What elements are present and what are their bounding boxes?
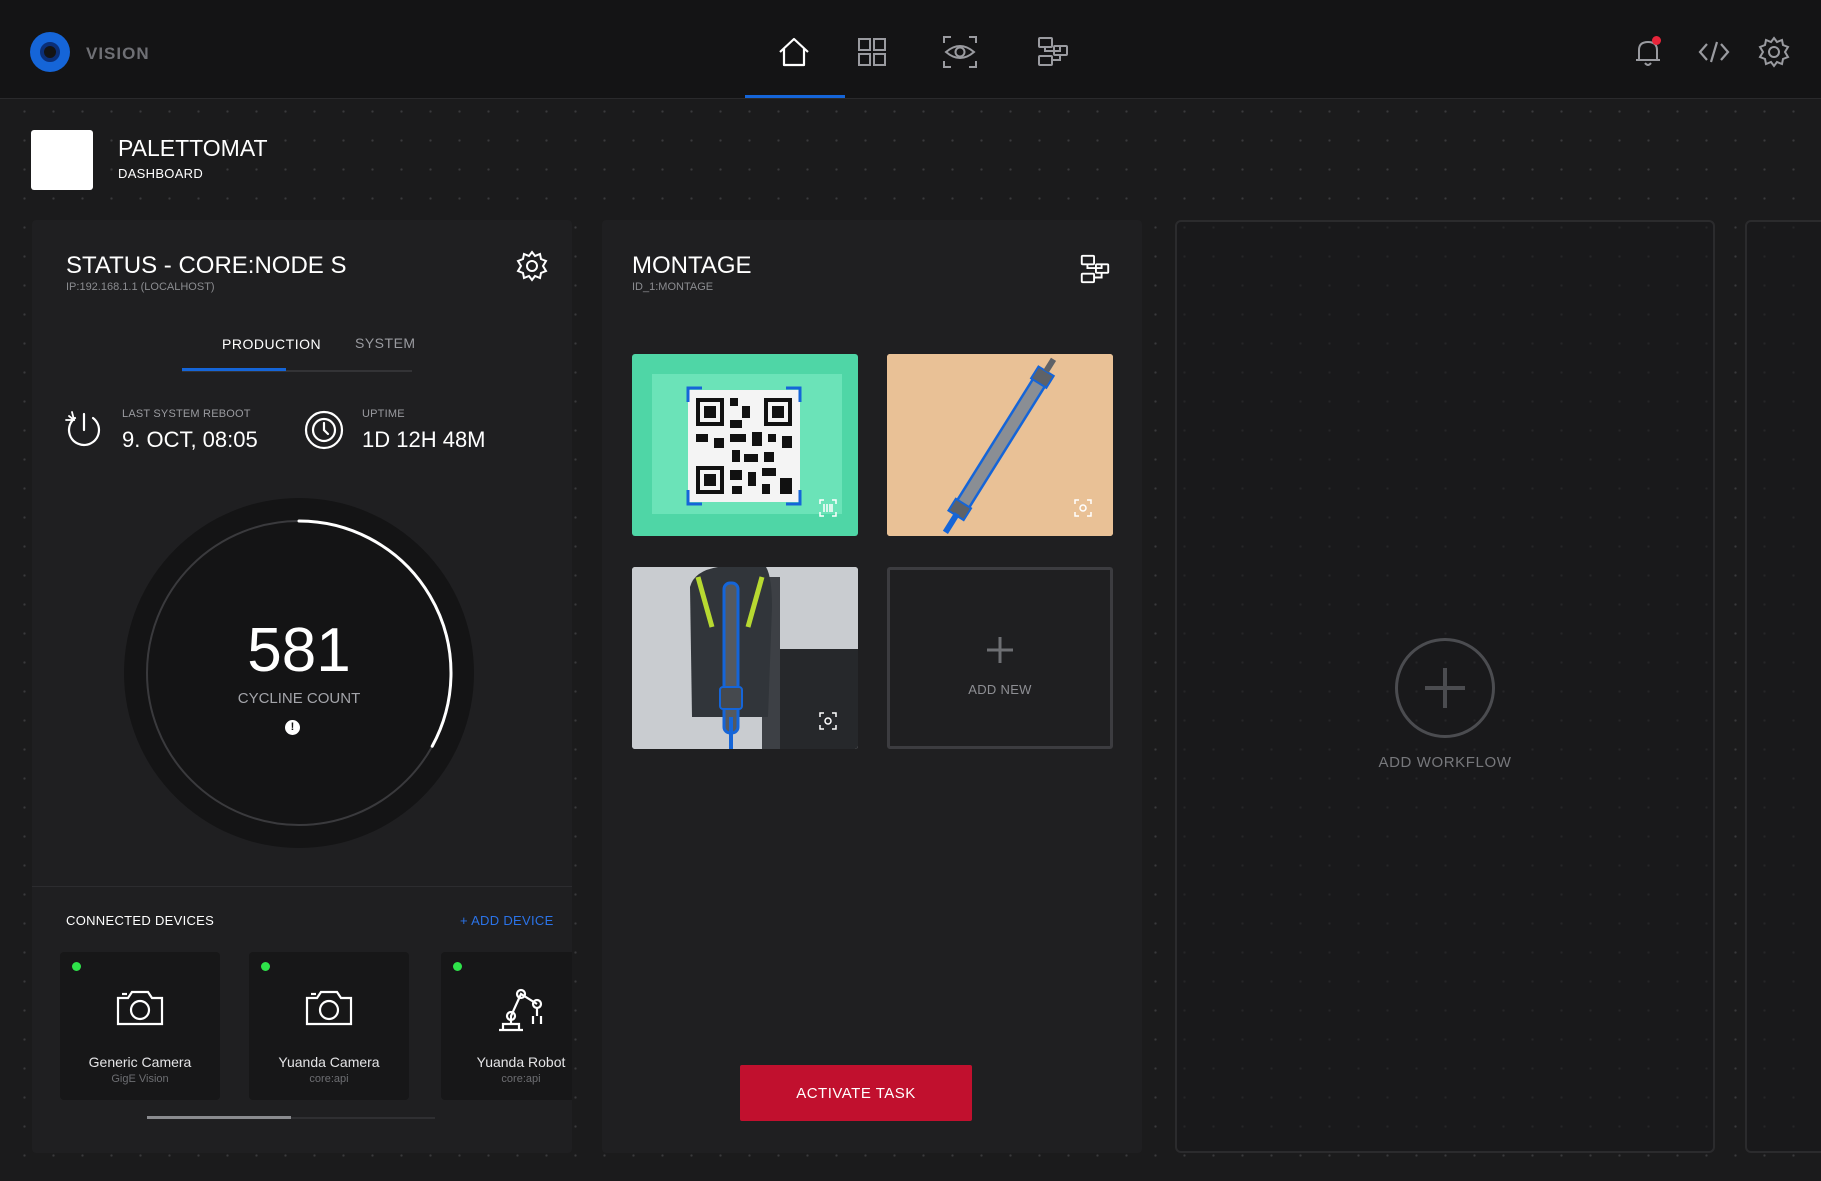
montage-card: MONTAGE ID_1:MONTAGE ADD NEW ACTIVATE TA… (602, 220, 1142, 1153)
montage-card-id: ID_1:MONTAGE (632, 281, 714, 293)
camera-icon (112, 980, 168, 1036)
add-new-task-tile[interactable]: ADD NEW (887, 567, 1113, 749)
montage-workflow-icon[interactable] (1078, 252, 1114, 288)
add-new-label: ADD NEW (968, 682, 1032, 697)
device-protocol: core:api (309, 1073, 349, 1085)
add-device-button[interactable]: + ADD DEVICE (460, 913, 554, 928)
focus-scan-icon[interactable] (1073, 498, 1093, 518)
activate-task-button[interactable]: ACTIVATE TASK (740, 1065, 972, 1121)
camera-icon (301, 980, 357, 1036)
devices-carousel[interactable]: Generic Camera GigE Vision Yuanda Camera… (60, 952, 572, 1102)
device-name: Yuanda Robot (476, 1054, 566, 1070)
app-name: VISION (86, 44, 150, 63)
last-reboot-value: 9. OCT, 08:05 (122, 427, 258, 452)
tab-production[interactable]: PRODUCTION (222, 336, 321, 352)
project-subtitle: DASHBOARD (118, 166, 204, 181)
status-card-title: STATUS - CORE:NODE S (66, 252, 347, 279)
device-card-generic-camera[interactable]: Generic Camera GigE Vision (60, 952, 220, 1100)
focus-scan-icon[interactable] (818, 711, 838, 731)
task-tile-spray-gun[interactable] (632, 567, 858, 749)
barcode-scan-icon[interactable] (818, 498, 838, 518)
nav-home-icon[interactable] (774, 32, 814, 72)
uptime-clock-icon (302, 408, 346, 452)
task-tile-qr-code[interactable] (632, 354, 858, 536)
add-workflow-label: ADD WORKFLOW (1378, 754, 1512, 771)
status-card-ip: IP:192.168.1.1 (LOCALHOST) (66, 281, 215, 293)
add-workflow-card[interactable]: ADD WORKFLOW (1175, 220, 1715, 1153)
device-name: Generic Camera (88, 1054, 192, 1070)
device-online-indicator (72, 962, 81, 971)
last-reboot-label: LAST SYSTEM REBOOT (122, 408, 251, 420)
devices-scroll-thumb[interactable] (147, 1116, 291, 1119)
uptime-value: 1D 12H 48M (362, 427, 486, 452)
cycle-count-label: CYCLINE COUNT (237, 690, 361, 707)
device-card-yuanda-robot[interactable]: Yuanda Robot core:api (441, 952, 572, 1100)
tab-system[interactable]: SYSTEM (355, 335, 416, 351)
notification-badge (1652, 36, 1661, 45)
alert-icon[interactable]: ! (285, 720, 300, 735)
nav-grid-icon[interactable] (852, 32, 892, 72)
code-icon[interactable] (1696, 34, 1732, 70)
cycle-count-value: 581 (247, 616, 351, 685)
uptime-label: UPTIME (362, 408, 405, 420)
vision-logo[interactable] (30, 32, 70, 72)
device-name: Yuanda Camera (278, 1054, 380, 1070)
tab-active-indicator (182, 368, 286, 371)
add-workflow-button[interactable] (1395, 638, 1495, 738)
nav-vision-eye-icon[interactable] (940, 32, 980, 72)
plus-icon (985, 635, 1015, 665)
montage-card-title: MONTAGE (632, 252, 752, 279)
status-card: STATUS - CORE:NODE S IP:192.168.1.1 (LOC… (32, 220, 572, 1153)
nav-active-indicator (745, 95, 845, 98)
top-bar: VISION (0, 0, 1821, 99)
device-card-yuanda-camera[interactable]: Yuanda Camera core:api (249, 952, 409, 1100)
power-reboot-icon (62, 408, 106, 452)
next-card-peek (1745, 220, 1821, 1153)
status-settings-gear-icon[interactable] (514, 248, 550, 284)
device-protocol: core:api (501, 1073, 541, 1085)
settings-gear-icon[interactable] (1756, 34, 1792, 70)
connected-devices-title: CONNECTED DEVICES (66, 913, 215, 928)
nav-workflow-icon[interactable] (1033, 32, 1073, 72)
notifications-bell-icon[interactable] (1630, 34, 1666, 70)
device-protocol: GigE Vision (111, 1073, 169, 1085)
device-online-indicator (453, 962, 462, 971)
card-divider (32, 886, 572, 887)
task-tile-cylinder[interactable] (887, 354, 1113, 536)
device-online-indicator (261, 962, 270, 971)
robot-arm-icon (493, 980, 549, 1036)
project-title: PALETTOMAT (118, 135, 268, 161)
status-tabs: PRODUCTION SYSTEM (182, 335, 415, 372)
project-thumbnail[interactable] (31, 130, 93, 190)
